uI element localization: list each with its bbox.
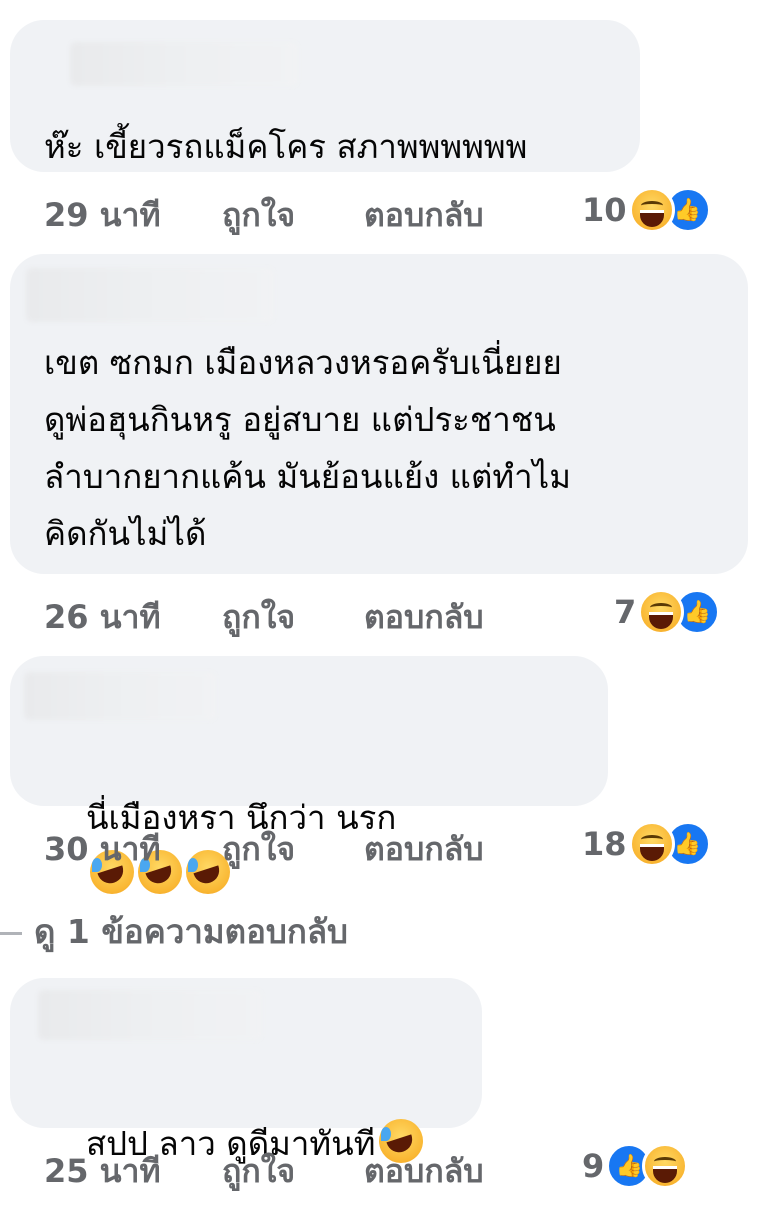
like-button[interactable]: ถูกใจ [222, 592, 295, 643]
commenter-name-redacted[interactable] [38, 990, 262, 1040]
comment-meta-3: 30 นาที ถูกใจ ตอบกลับ 18 👍 [44, 821, 734, 868]
commenter-name-redacted[interactable] [24, 672, 216, 720]
view-replies-label: ดู 1 ข้อความตอบกลับ [34, 912, 348, 951]
reaction-summary[interactable]: 10 👍 [582, 186, 711, 234]
comment-bubble-3: นี่เมืองหรา นึกว่า นรก [10, 656, 608, 894]
commenter-name-redacted[interactable] [70, 42, 298, 86]
reaction-summary[interactable]: 7 👍 [614, 588, 721, 636]
haha-reaction-icon [642, 1143, 689, 1189]
reaction-count: 9 [582, 1147, 605, 1185]
haha-reaction-icon [638, 589, 685, 635]
like-button[interactable]: ถูกใจ [222, 1146, 295, 1197]
haha-reaction-icon [628, 187, 675, 233]
comment-text: สปป ลาว ดูดีมาทันที [44, 1058, 424, 1229]
reaction-summary[interactable]: 18 👍 [582, 820, 711, 868]
reaction-summary[interactable]: 9 👍 [582, 1142, 689, 1190]
comment-text: เขต ซกมก เมืองหลวงหรอครับเนี่ยยย ดูพ่อฮุ… [44, 343, 572, 553]
view-replies-link[interactable]: ดู 1 ข้อความตอบกลับ [0, 905, 348, 951]
comment-bubble-1: ห๊ะ เขี้ยวรถแม็คโคร สภาพพพพพพ [10, 20, 640, 172]
reaction-count: 10 [582, 191, 627, 229]
comment-text: ห๊ะ เขี้ยวรถแม็คโคร สภาพพพพพพ [44, 127, 528, 166]
reply-button[interactable]: ตอบกลับ [364, 592, 484, 643]
comment-timestamp[interactable]: 29 นาที [44, 190, 161, 241]
like-button[interactable]: ถูกใจ [222, 190, 295, 241]
comment-timestamp[interactable]: 30 นาที [44, 824, 161, 875]
comment-meta-2: 26 นาที ถูกใจ ตอบกลับ 7 👍 [44, 589, 734, 636]
comment-timestamp[interactable]: 25 นาที [44, 1146, 161, 1197]
reply-button[interactable]: ตอบกลับ [364, 1146, 484, 1197]
comment-bubble-4: สปป ลาว ดูดีมาทันที [10, 978, 482, 1163]
reply-thread-line [0, 932, 22, 935]
commenter-name-redacted[interactable] [26, 268, 274, 322]
comment-timestamp[interactable]: 26 นาที [44, 592, 161, 643]
haha-reaction-icon [628, 821, 675, 867]
reaction-count: 18 [582, 825, 627, 863]
reaction-count: 7 [614, 593, 637, 631]
comment-meta-1: 29 นาที ถูกใจ ตอบกลับ 10 👍 [44, 187, 734, 234]
reply-button[interactable]: ตอบกลับ [364, 824, 484, 875]
comment-bubble-2: เขต ซกมก เมืองหลวงหรอครับเนี่ยยย ดูพ่อฮุ… [10, 254, 748, 574]
reply-button[interactable]: ตอบกลับ [364, 190, 484, 241]
comment-meta-4: 25 นาที ถูกใจ ตอบกลับ 9 👍 [44, 1143, 734, 1190]
like-button[interactable]: ถูกใจ [222, 824, 295, 875]
